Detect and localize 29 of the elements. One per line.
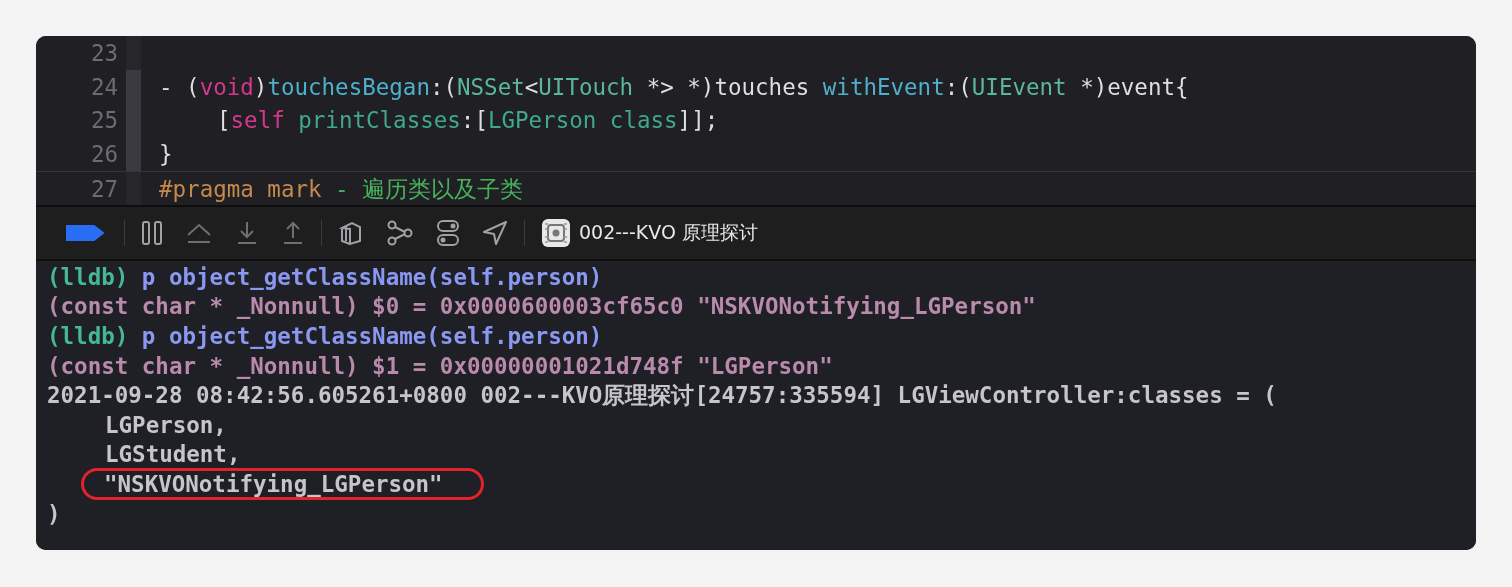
app-icon[interactable] (541, 218, 571, 248)
line-number: 23 (89, 39, 118, 66)
code-line: [self printClasses:[LGPerson class]]; (217, 107, 719, 134)
layers-icon[interactable] (338, 220, 364, 246)
graph-icon[interactable] (386, 220, 414, 246)
line-number: 27 (89, 176, 118, 203)
location-icon[interactable] (482, 220, 508, 246)
console-output: 2021-09-28 08:42:56.605261+0800 002---KVO原理探讨[24757:335594] LGViewController:classes = ( (47, 380, 1277, 410)
console-prompt: (lldb) (47, 323, 129, 349)
console-command: p object_getClassName(self.person) (140, 323, 603, 349)
line-number: 26 (89, 141, 118, 168)
code-line: - (void)touchesBegan:(NSSet<UITouch *> *)touches withEvent:(UIEvent *)event{ (159, 73, 1189, 100)
console-prompt: (lldb) (47, 263, 129, 290)
console-output: "NSKVONotifying_LGPerson" (104, 470, 443, 497)
console-output: ) (47, 500, 61, 527)
console-output: LGPerson, (105, 411, 227, 438)
line-number: 25 (89, 107, 118, 134)
code-line: #pragma mark - 遍历类以及子类 (159, 174, 524, 204)
console-result: (const char * _Nonnull) $0 = 0x0000600003cf65c0 "NSKVONotifying_LGPerson" (47, 293, 1036, 320)
pause-icon[interactable] (141, 220, 163, 246)
console-output: LGStudent, (105, 441, 241, 468)
console-result: (const char * _Nonnull) $1 = 0x00000001021d748f "LGPerson" (47, 352, 833, 379)
line-number: 24 (89, 73, 118, 100)
code-line: } (159, 141, 173, 168)
step-into-icon[interactable] (235, 220, 259, 246)
step-out-icon[interactable] (281, 220, 305, 246)
console-command: p object_getClassName(self.person) (140, 263, 603, 290)
target-name[interactable]: 002---KVO 原理探讨 (579, 220, 758, 246)
toggle-icon[interactable] (436, 219, 460, 247)
